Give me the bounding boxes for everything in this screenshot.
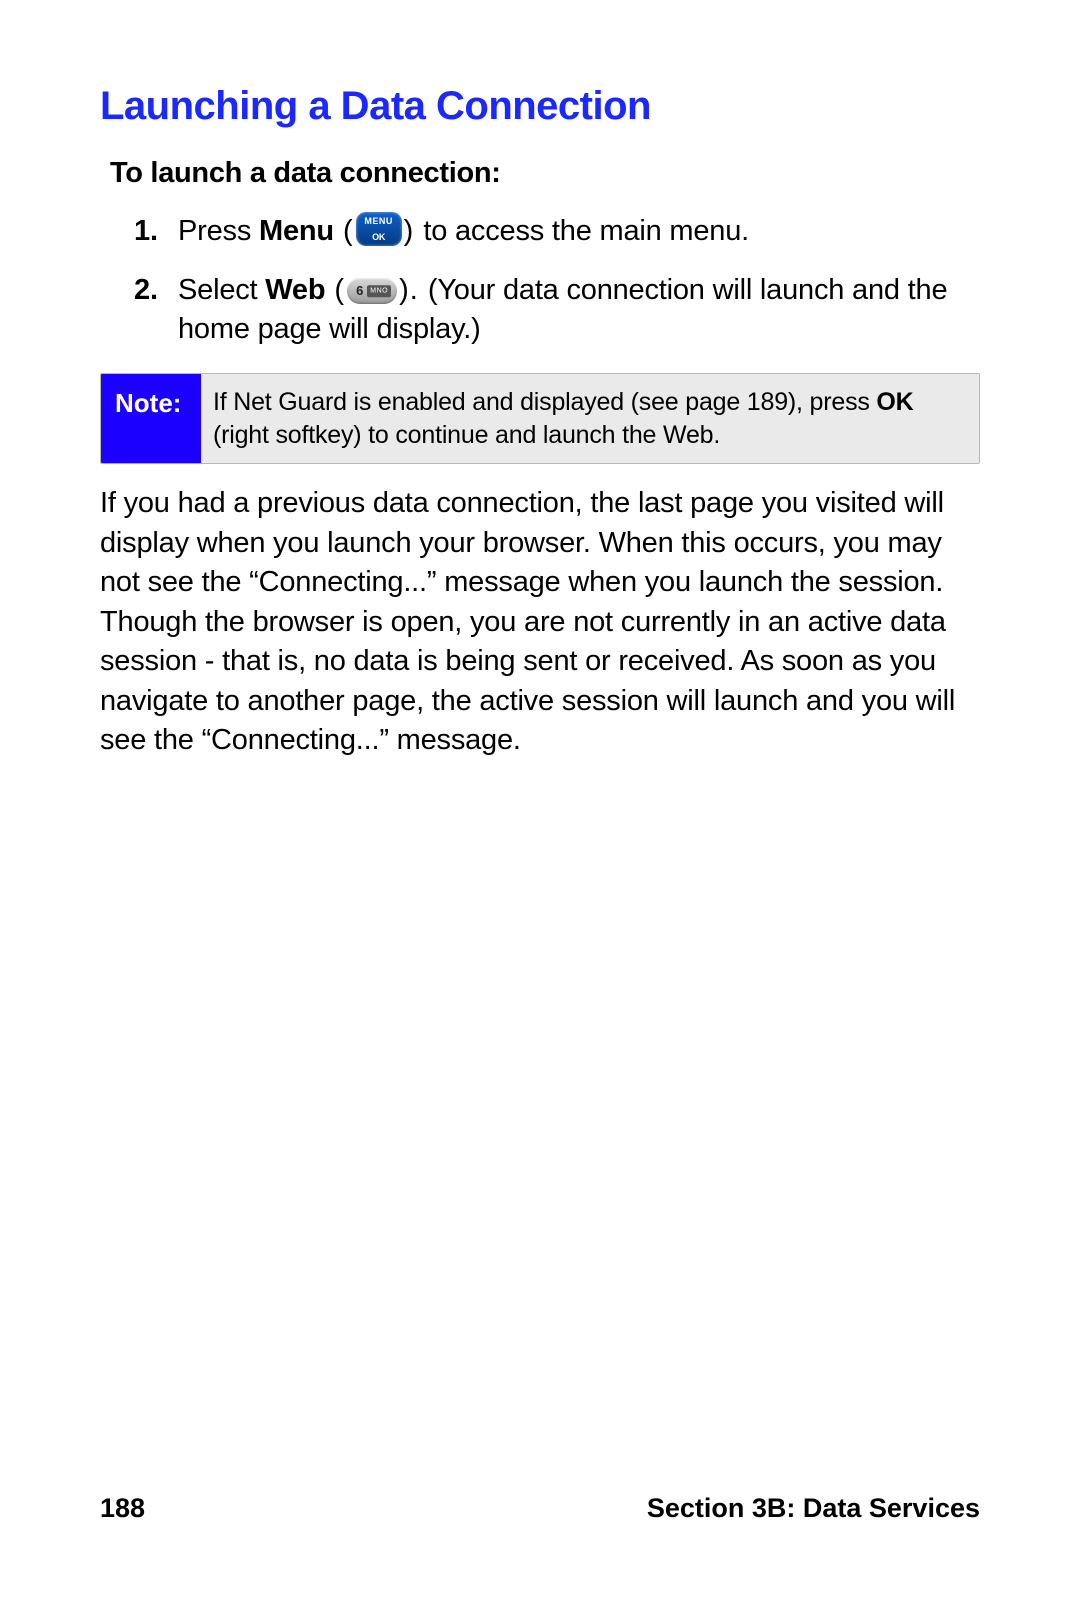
six-mno-key-icon bbox=[347, 278, 397, 304]
manual-page: Launching a Data Connection To launch a … bbox=[0, 0, 1080, 1620]
note-label: Note: bbox=[101, 374, 201, 463]
section-label: Section 3B: Data Services bbox=[647, 1493, 980, 1524]
intro-heading: To launch a data connection: bbox=[110, 157, 980, 190]
note-text-pre: If Net Guard is enabled and displayed (s… bbox=[213, 388, 876, 416]
page-footer: 188 Section 3B: Data Services bbox=[100, 1493, 980, 1524]
body-paragraph: If you had a previous data connection, t… bbox=[100, 484, 980, 760]
close-paren-2: ). bbox=[399, 274, 428, 306]
menu-ok-key-icon bbox=[356, 212, 402, 246]
note-ok-bold: OK bbox=[876, 388, 913, 416]
close-paren-1: ) bbox=[404, 215, 424, 247]
open-paren-2: ( bbox=[325, 274, 345, 306]
step-2-bold: Web bbox=[265, 274, 325, 306]
step-2: Select Web (). (Your data connection wil… bbox=[178, 271, 980, 349]
step-1-pre: Press bbox=[178, 215, 259, 247]
step-1: Press Menu () to access the main menu. bbox=[178, 212, 980, 251]
step-1-bold: Menu bbox=[259, 215, 334, 247]
page-title: Launching a Data Connection bbox=[100, 84, 980, 129]
note-callout: Note: If Net Guard is enabled and displa… bbox=[100, 373, 980, 464]
step-1-post: to access the main menu. bbox=[423, 215, 749, 247]
note-text-post: (right softkey) to continue and launch t… bbox=[213, 421, 720, 449]
note-body: If Net Guard is enabled and displayed (s… bbox=[201, 374, 979, 463]
step-list: Press Menu () to access the main menu. S… bbox=[100, 212, 980, 349]
page-number: 188 bbox=[100, 1493, 145, 1524]
open-paren-1: ( bbox=[334, 215, 354, 247]
step-2-pre: Select bbox=[178, 274, 265, 306]
